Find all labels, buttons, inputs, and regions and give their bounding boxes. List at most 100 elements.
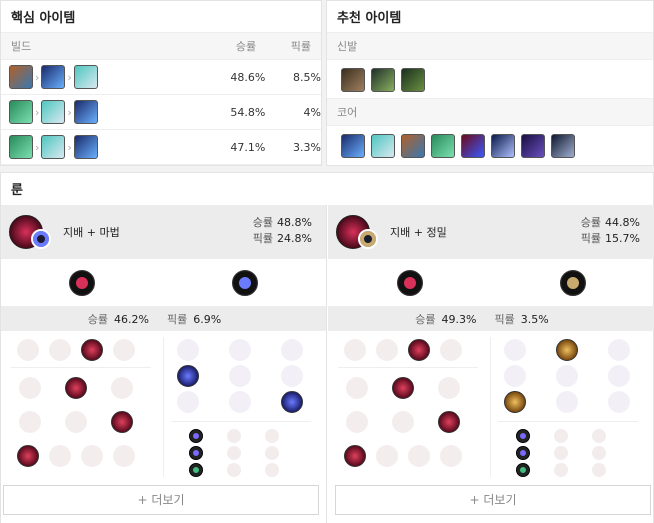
rune-option-icon[interactable]	[113, 445, 135, 467]
rune-option-icon[interactable]	[376, 339, 398, 361]
shard-option-icon[interactable]	[554, 463, 568, 477]
blue-staff-icon[interactable]	[73, 135, 98, 159]
green-tome-icon[interactable]	[9, 100, 33, 124]
selected-rune-icon[interactable]	[81, 339, 103, 361]
blue-staff-icon[interactable]	[41, 65, 66, 89]
rune-option-icon[interactable]	[392, 411, 414, 433]
rune-option-icon[interactable]	[408, 445, 430, 467]
rune-divider	[338, 367, 478, 368]
selected-rune-icon[interactable]	[408, 339, 430, 361]
rune-option-icon[interactable]	[438, 377, 460, 399]
rune-option-icon[interactable]	[440, 445, 462, 467]
rune-option-icon[interactable]	[81, 445, 103, 467]
selected-rune-icon[interactable]	[504, 391, 526, 413]
rune-option-icon[interactable]	[504, 339, 526, 361]
orange-tome-icon[interactable]	[401, 134, 425, 158]
shard-option-icon[interactable]	[227, 463, 241, 477]
rune-option-icon[interactable]	[346, 411, 368, 433]
selected-shard-icon[interactable]	[189, 446, 203, 460]
blue-staff-icon[interactable]	[341, 134, 365, 158]
rune-option-icon[interactable]	[504, 365, 526, 387]
rune-page-header[interactable]: 지배 + 정밀 승률 44.8% 픽률 15.7%	[328, 205, 654, 259]
silver-wand-icon[interactable]	[551, 134, 575, 158]
stat-pickrate-value: 6.9%	[193, 312, 222, 326]
rune-option-icon[interactable]	[177, 339, 199, 361]
shard-option-icon[interactable]	[554, 429, 568, 443]
rune-option-icon[interactable]	[556, 365, 578, 387]
rune-option-icon[interactable]	[440, 339, 462, 361]
shard-option-icon[interactable]	[592, 429, 606, 443]
pickrate-value: 15.7%	[605, 232, 640, 245]
selected-rune-icon[interactable]	[438, 411, 460, 433]
build-path: › ›	[9, 100, 218, 124]
selected-rune-icon[interactable]	[344, 445, 366, 467]
rune-option-icon[interactable]	[17, 339, 39, 361]
blue-orb-icon[interactable]	[491, 134, 515, 158]
shard-option-icon[interactable]	[592, 463, 606, 477]
selected-shard-icon[interactable]	[189, 429, 203, 443]
rune-option-icon[interactable]	[608, 339, 630, 361]
shard-option-icon[interactable]	[265, 446, 279, 460]
green-tome-icon[interactable]	[431, 134, 455, 158]
shard-option-icon[interactable]	[265, 463, 279, 477]
champion-face-icon[interactable]	[41, 100, 66, 124]
col-build: 빌드	[11, 40, 32, 53]
shard-option-icon[interactable]	[592, 446, 606, 460]
selected-rune-icon[interactable]	[17, 445, 39, 467]
green-tome-icon[interactable]	[9, 135, 33, 159]
purple-blade-icon[interactable]	[521, 134, 545, 158]
rune-option-icon[interactable]	[376, 445, 398, 467]
shard-option-icon[interactable]	[265, 429, 279, 443]
rune-stat-bar: 승률 49.3% 픽률 3.5%	[328, 307, 654, 331]
selected-shard-icon[interactable]	[516, 446, 530, 460]
rune-option-icon[interactable]	[229, 365, 251, 387]
blue-staff-icon[interactable]	[73, 100, 98, 124]
more-button[interactable]: + 더보기	[3, 485, 319, 515]
rune-option-icon[interactable]	[113, 339, 135, 361]
rune-option-icon[interactable]	[19, 411, 41, 433]
rune-option-icon[interactable]	[556, 391, 578, 413]
selected-rune-icon[interactable]	[65, 377, 87, 399]
selected-rune-icon[interactable]	[177, 365, 199, 387]
selected-shard-icon[interactable]	[516, 429, 530, 443]
more-button[interactable]: + 더보기	[335, 485, 651, 515]
rune-option-icon[interactable]	[111, 377, 133, 399]
selected-rune-icon[interactable]	[392, 377, 414, 399]
winrate-label: 승률	[580, 216, 602, 229]
swift-boots-icon[interactable]	[401, 68, 425, 92]
sorcerer-boots-icon[interactable]	[341, 68, 365, 92]
rune-option-icon[interactable]	[49, 339, 71, 361]
orange-tome-icon[interactable]	[9, 65, 33, 89]
rune-option-icon[interactable]	[346, 377, 368, 399]
champion-face-icon[interactable]	[371, 134, 395, 158]
rune-option-icon[interactable]	[281, 365, 303, 387]
rune-option-icon[interactable]	[65, 411, 87, 433]
selected-rune-icon[interactable]	[556, 339, 578, 361]
primary-rune-grid	[328, 333, 488, 483]
rune-option-icon[interactable]	[344, 339, 366, 361]
winrate-value: 44.8%	[605, 216, 640, 229]
build-row: › › 54.8% 4%	[1, 95, 321, 130]
rune-option-icon[interactable]	[608, 365, 630, 387]
rune-page-header[interactable]: 지배 + 마법 승률 48.8% 픽률 24.8%	[1, 205, 326, 259]
mercury-boots-icon[interactable]	[371, 68, 395, 92]
shard-option-icon[interactable]	[227, 446, 241, 460]
selected-rune-icon[interactable]	[111, 411, 133, 433]
rune-option-icon[interactable]	[229, 339, 251, 361]
build-pickrate: 8.5%	[293, 70, 321, 84]
shard-option-icon[interactable]	[227, 429, 241, 443]
rune-tree-row	[328, 259, 654, 307]
rune-option-icon[interactable]	[177, 391, 199, 413]
rune-option-icon[interactable]	[281, 339, 303, 361]
rune-option-icon[interactable]	[19, 377, 41, 399]
red-hourglass-icon[interactable]	[461, 134, 485, 158]
rune-option-icon[interactable]	[608, 391, 630, 413]
selected-shard-icon[interactable]	[516, 463, 530, 477]
selected-rune-icon[interactable]	[281, 391, 303, 413]
champion-face-icon[interactable]	[73, 65, 98, 89]
rune-option-icon[interactable]	[49, 445, 71, 467]
selected-shard-icon[interactable]	[189, 463, 203, 477]
rune-option-icon[interactable]	[229, 391, 251, 413]
champion-face-icon[interactable]	[41, 135, 66, 159]
shard-option-icon[interactable]	[554, 446, 568, 460]
